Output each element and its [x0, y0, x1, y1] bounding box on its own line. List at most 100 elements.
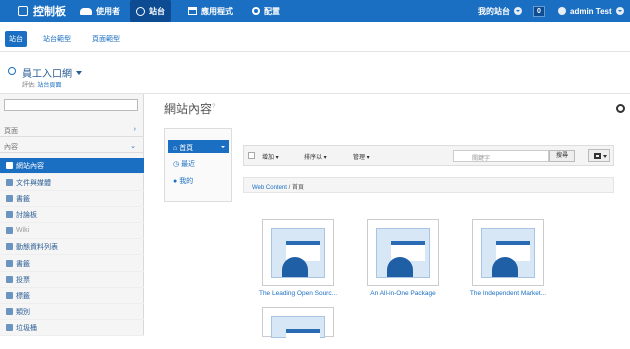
content-card[interactable] — [367, 219, 439, 286]
notifications-badge-wrap[interactable]: 0 — [533, 0, 545, 22]
content-card-title[interactable]: The Independent Market... — [460, 290, 556, 297]
content-card[interactable] — [262, 307, 334, 349]
control-panel-brand[interactable]: 控制板 — [18, 3, 66, 19]
content-card[interactable] — [472, 219, 544, 286]
search-button[interactable]: 搜尋 — [549, 150, 575, 162]
sidebar-item-label: 標籤 — [16, 292, 30, 300]
sidebar-item-polls[interactable]: 投票 — [0, 272, 144, 288]
user-name: admin Test — [570, 6, 612, 16]
top-bar: 控制板 使用者 站台 應用程式 配置 我的站台 0 admin Test — [0, 0, 630, 22]
nav-apps[interactable]: 應用程式 — [182, 0, 239, 22]
sidebar-section-pages[interactable]: 頁面 › — [0, 123, 144, 137]
polls-icon — [6, 276, 13, 283]
sidebar-item-bookmarks[interactable]: 書籤 — [0, 191, 144, 207]
content-card[interactable] — [262, 219, 334, 286]
web-content-thumbnail — [376, 228, 430, 278]
nav-users[interactable]: 使用者 — [74, 0, 126, 22]
subtitle-prefix: 評估: — [22, 83, 36, 89]
tab-page-templates[interactable]: 頁面範型 — [88, 31, 124, 47]
content-title-text: 網站內容 — [164, 102, 213, 116]
sidebar-item-label: 投票 — [16, 276, 30, 284]
folder-mine[interactable]: ● 我的 — [173, 176, 193, 186]
content-toolbar: 增加 ▾ 排序以 ▾ 管理 ▾ 關鍵字 搜尋 — [243, 145, 614, 166]
folder-recent[interactable]: ◷ 最近 — [173, 159, 195, 169]
user-menu[interactable]: admin Test — [558, 0, 624, 22]
select-all-checkbox[interactable] — [248, 152, 255, 159]
breadcrumb-root[interactable]: Web Content — [252, 185, 287, 191]
folder-home-label: 首頁 — [179, 145, 194, 152]
breadcrumb: Web Content / 首頁 — [243, 177, 614, 193]
manage-menu[interactable]: 管理 ▾ — [353, 152, 370, 161]
content-card-title[interactable]: The Leading Open Sourc... — [250, 290, 346, 297]
sidebar-item-categories[interactable]: 類別 — [0, 304, 144, 320]
add-menu-label: 增加 — [262, 155, 275, 161]
sidebar-item-documents[interactable]: 文件與媒體 — [0, 175, 144, 191]
add-menu[interactable]: 增加 ▾ — [262, 152, 279, 161]
sidebar-section-content[interactable]: 內容 ⌄ — [0, 139, 144, 153]
trash-icon — [6, 324, 13, 331]
sort-menu[interactable]: 排序以 ▾ — [304, 152, 327, 161]
chevron-down-icon — [76, 70, 82, 75]
sidebar-item-label: 書籤 — [16, 260, 30, 268]
globe-icon — [136, 6, 145, 16]
tab-sites[interactable]: 站台 — [5, 31, 27, 47]
content-title: 網站內容? — [164, 100, 215, 117]
notifications-count: 0 — [533, 5, 545, 17]
sidebar-item-message-boards[interactable]: 討論板 — [0, 207, 144, 223]
site-selector[interactable]: 員工入口網 — [22, 65, 82, 80]
subtitle-link[interactable]: 站台頁面 — [37, 83, 61, 89]
sidebar-item-dynamic-data-lists[interactable]: 動態資料列表 — [0, 239, 144, 255]
globe-graphic — [387, 257, 413, 277]
web-content-thumbnail — [481, 228, 535, 278]
sidebar-search-input[interactable] — [4, 99, 138, 111]
nav-config-label: 配置 — [264, 6, 280, 16]
sidebar-item-tags[interactable]: 標籤 — [0, 288, 144, 304]
globe-graphic — [282, 257, 308, 277]
message-boards-icon — [6, 211, 13, 218]
sidebar-item-label: 網站內容 — [16, 162, 44, 170]
web-content-icon — [6, 162, 13, 169]
sidebar-item-books[interactable]: 書籤 — [0, 256, 144, 272]
manage-menu-label: 管理 — [353, 155, 366, 161]
wiki-icon — [6, 227, 13, 234]
categories-icon — [6, 308, 13, 315]
search-input[interactable]: 關鍵字 — [453, 150, 549, 162]
window-graphic — [286, 329, 320, 349]
folder-nav: ⌂ 首頁 ◷ 最近 ● 我的 — [164, 128, 232, 202]
settings-gear-icon[interactable] — [616, 104, 625, 113]
nav-apps-label: 應用程式 — [201, 6, 233, 16]
book-icon — [6, 260, 13, 267]
nav-sites[interactable]: 站台 — [130, 0, 171, 22]
content-card-title[interactable]: An All-in-One Package — [355, 290, 451, 297]
help-icon[interactable]: ? — [212, 104, 215, 110]
chevron-down-icon — [514, 7, 522, 15]
sidebar-item-label: 書籤 — [16, 195, 30, 203]
page-header: 員工入口網 評估: 站台頁面 — [0, 52, 630, 94]
my-sites-menu[interactable]: 我的站台 — [478, 0, 522, 22]
sidebar-item-recycle-bin[interactable]: 垃圾桶 — [0, 320, 144, 336]
view-toggle-button[interactable] — [588, 149, 610, 162]
folder-mine-label: 我的 — [179, 178, 194, 185]
documents-icon — [6, 179, 13, 186]
tab-site-templates[interactable]: 站台範型 — [39, 31, 75, 47]
bookmarks-icon — [6, 195, 13, 202]
sidebar-item-label: 文件與媒體 — [16, 179, 51, 187]
sidebar-item-wiki[interactable]: Wiki — [0, 223, 144, 239]
chevron-down-icon: ⌄ — [130, 143, 136, 150]
folder-home[interactable]: ⌂ 首頁 — [168, 140, 229, 153]
sidebar-item-label: 動態資料列表 — [16, 243, 58, 251]
chevron-down-icon — [615, 7, 624, 15]
sidebar-item-label: 垃圾桶 — [16, 324, 37, 332]
tag-icon — [6, 292, 13, 299]
control-panel-title: 控制板 — [33, 6, 66, 18]
gear-icon — [252, 7, 260, 15]
avatar — [558, 7, 566, 15]
store-icon — [188, 7, 197, 15]
breadcrumb-current: 首頁 — [291, 185, 304, 191]
back-icon[interactable] — [8, 67, 16, 75]
nav-config[interactable]: 配置 — [246, 0, 286, 22]
sidebar-item-web-content[interactable]: 網站內容 — [0, 158, 144, 174]
sidebar-item-label: 類別 — [16, 308, 30, 316]
sub-navigation: 站台 站台範型 頁面範型 — [0, 22, 630, 52]
web-content-thumbnail — [271, 316, 325, 349]
